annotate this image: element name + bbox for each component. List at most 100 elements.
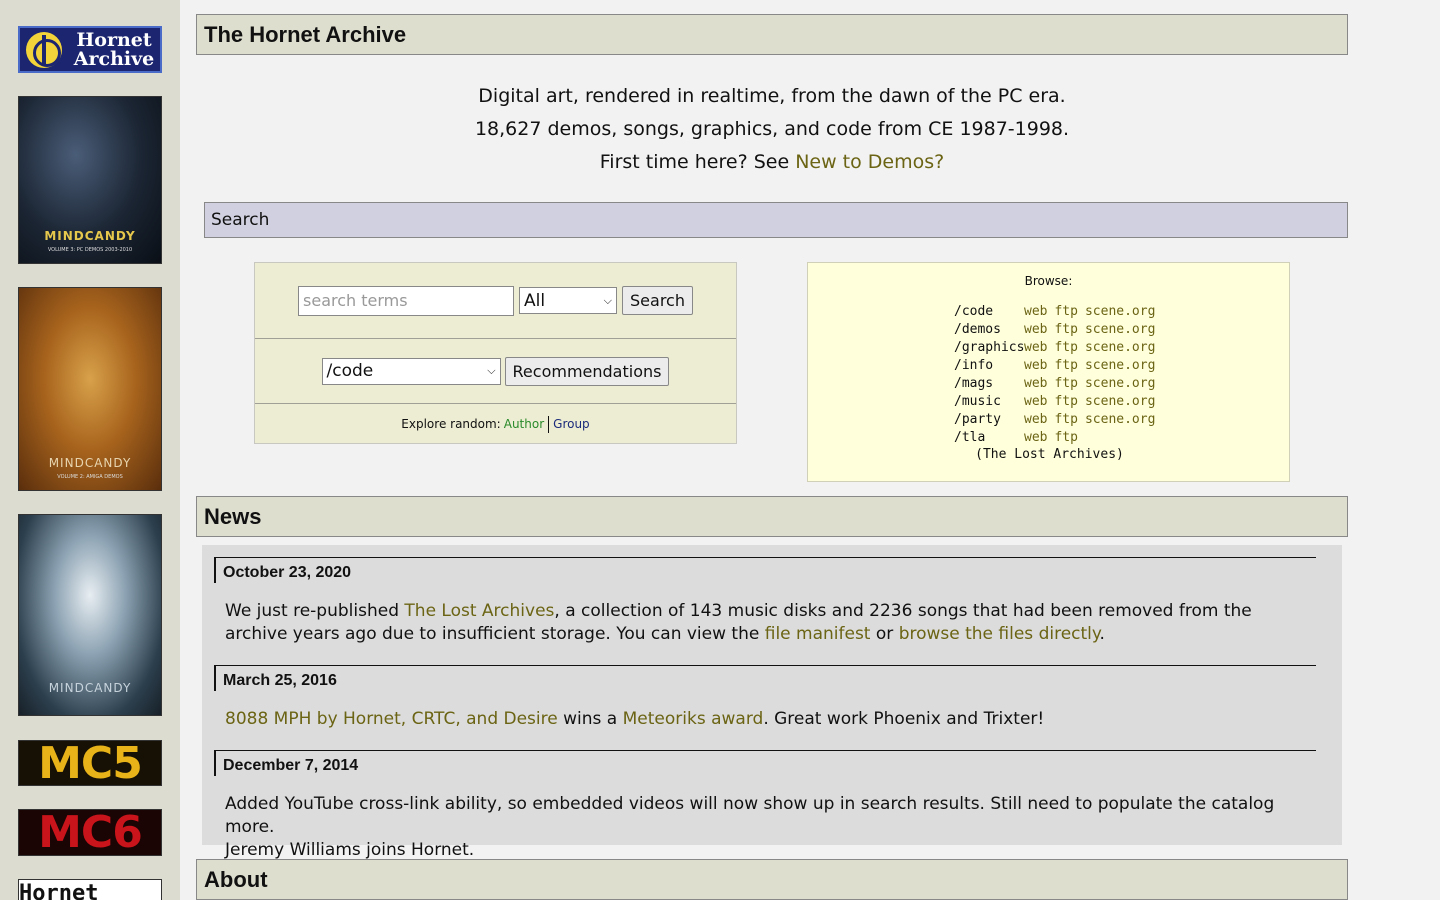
- browse-path: /tla: [954, 430, 986, 445]
- hornet-emblem-icon: [26, 31, 62, 68]
- cover-title: MINDCANDY: [44, 229, 136, 243]
- browse-link-ftp[interactable]: ftp: [1054, 303, 1077, 321]
- search-section-header: Search: [204, 202, 1348, 238]
- news-item-body: Added YouTube cross-link ability, so emb…: [225, 793, 1315, 862]
- mindcandy-vol3-cover[interactable]: MINDCANDY VOLUME 3: PC DEMOS 2003-2010: [18, 96, 162, 264]
- browse-label: Browse:: [1024, 274, 1073, 288]
- explore-group-link[interactable]: Group: [553, 417, 590, 431]
- hornet-mods-label: Hornet MODS: [19, 881, 99, 900]
- 8088-mph-link[interactable]: 8088 MPH by Hornet, CRTC, and Desire: [225, 709, 558, 729]
- browse-link-web[interactable]: web: [1024, 393, 1047, 411]
- explore-random-label: Explore random:: [401, 417, 501, 431]
- news-text: .: [1099, 624, 1105, 644]
- mc5-banner[interactable]: MC5: [18, 740, 162, 786]
- lost-archives-link[interactable]: (The Lost Archives): [808, 447, 1289, 462]
- browse-link-web[interactable]: web: [1024, 321, 1047, 339]
- browse-path: /music: [954, 394, 1001, 409]
- mc6-label: MC6: [38, 809, 143, 856]
- explore-author-link[interactable]: Author: [504, 417, 544, 431]
- browse-row: /info web ftp scene.org: [954, 357, 1162, 375]
- browse-link-scene-org[interactable]: scene.org: [1085, 411, 1155, 429]
- news-text: Added YouTube cross-link ability, so emb…: [225, 794, 1275, 837]
- cover-subtitle: VOLUME 3: PC DEMOS 2003-2010: [47, 247, 133, 253]
- browse-link-web[interactable]: web: [1024, 411, 1047, 429]
- browse-link-scene-org[interactable]: scene.org: [1085, 357, 1155, 375]
- browse-link-ftp[interactable]: ftp: [1054, 375, 1077, 393]
- browse-row: /mags web ftp scene.org: [954, 375, 1162, 393]
- intro-line-3-prefix: First time here? See: [599, 151, 796, 173]
- browse-row: /demos web ftp scene.org: [954, 321, 1162, 339]
- directory-select-value: /code: [326, 361, 374, 381]
- mc6-banner[interactable]: MC6: [18, 809, 162, 856]
- search-scope-select[interactable]: All ⌵: [519, 287, 618, 314]
- browse-path: /party: [954, 412, 1001, 427]
- search-scope-value: All: [524, 290, 546, 311]
- search-input[interactable]: [298, 285, 515, 316]
- explore-random-row: Explore random: Author Group: [255, 404, 736, 444]
- news-text: . Great work Phoenix and Trixter!: [763, 709, 1045, 729]
- browse-link-ftp[interactable]: ftp: [1054, 393, 1077, 411]
- browse-link-scene-org[interactable]: scene.org: [1085, 375, 1155, 393]
- lost-archives-news-link[interactable]: The Lost Archives: [404, 601, 554, 621]
- file-manifest-link[interactable]: file manifest: [765, 624, 871, 644]
- page-title: The Hornet Archive: [196, 14, 1348, 55]
- recommendations-row: /code ⌵ Recommendations: [255, 339, 736, 404]
- browse-list: /code web ftp scene.org/demos web ftp scene.or…: [954, 303, 1162, 447]
- intro-line-3: First time here? See New to Demos?: [196, 146, 1348, 179]
- browse-link-scene-org[interactable]: scene.org: [1085, 339, 1155, 357]
- browse-row: /graphics web ftp scene.org: [954, 339, 1162, 357]
- browse-files-link[interactable]: browse the files directly: [899, 624, 1100, 644]
- mindcandy-vol1-cover[interactable]: MINDCANDY: [18, 514, 162, 716]
- news-text: We just re-published: [225, 601, 405, 621]
- search-row: All ⌵ Search: [255, 263, 736, 339]
- browse-link-web[interactable]: web: [1024, 339, 1047, 357]
- browse-path: /demos: [954, 322, 1001, 337]
- news-date: March 25, 2016: [214, 665, 1316, 691]
- chevron-down-icon: ⌵: [487, 364, 496, 377]
- browse-link-scene-org[interactable]: scene.org: [1085, 393, 1155, 411]
- browse-path: /graphics: [954, 340, 1025, 355]
- browse-link-web[interactable]: web: [1024, 357, 1047, 375]
- news-date: December 7, 2014: [214, 750, 1316, 776]
- cover-title: MINDCANDY: [48, 681, 132, 695]
- directory-select[interactable]: /code ⌵: [321, 357, 501, 385]
- browse-link-ftp[interactable]: ftp: [1054, 411, 1077, 429]
- hornet-mods-banner[interactable]: Hornet MODS: [18, 879, 162, 900]
- browse-row: /music web ftp scene.org: [954, 393, 1162, 411]
- hornet-archive-logo[interactable]: Hornet Archive: [18, 26, 162, 73]
- meteoriks-award-link[interactable]: Meteoriks award: [623, 709, 764, 729]
- mindcandy-vol2-cover[interactable]: MINDCANDY VOLUME 2: AMIGA DEMOS: [18, 287, 162, 491]
- recommendations-button[interactable]: Recommendations: [504, 356, 670, 386]
- intro-line-1: Digital art, rendered in realtime, from …: [478, 85, 1066, 107]
- browse-link-web[interactable]: web: [1024, 375, 1047, 393]
- news-item-body: We just re-published The Lost Archives, …: [225, 600, 1315, 646]
- browse-row: /party web ftp scene.org: [954, 411, 1162, 429]
- about-section-header: About: [196, 859, 1348, 900]
- mc5-label: MC5: [38, 740, 143, 786]
- new-to-demos-link[interactable]: New to Demos?: [795, 151, 944, 173]
- browse-path: /code: [954, 304, 994, 319]
- chevron-down-icon: ⌵: [603, 293, 613, 307]
- browse-link-ftp[interactable]: ftp: [1054, 339, 1077, 357]
- browse-link-web[interactable]: web: [1024, 303, 1047, 321]
- sidebar: Hornet Archive MINDCANDY VOLUME 3: PC DE…: [0, 0, 180, 900]
- browse-path: /info: [954, 358, 994, 373]
- news-section-header: News: [196, 496, 1348, 537]
- browse-link-scene-org[interactable]: scene.org: [1085, 321, 1155, 339]
- browse-panel: Browse: /code web ftp scene.org/demos web ftp…: [807, 262, 1290, 482]
- browse-link-ftp[interactable]: ftp: [1054, 429, 1077, 447]
- news-list: October 23, 2020 We just re-published Th…: [202, 545, 1342, 860]
- search-button[interactable]: Search: [622, 286, 693, 315]
- browse-row: /code web ftp scene.org: [954, 303, 1162, 321]
- browse-path: /mags: [954, 376, 994, 391]
- news-text: or: [870, 624, 899, 644]
- browse-link-ftp[interactable]: ftp: [1054, 321, 1077, 339]
- browse-link-scene-org[interactable]: scene.org: [1085, 303, 1155, 321]
- intro-line-2: 18,627 demos, songs, graphics, and code …: [474, 118, 1070, 140]
- intro-text: Digital art, rendered in realtime, from …: [196, 80, 1348, 179]
- news-text: wins a: [557, 709, 623, 729]
- browse-link-ftp[interactable]: ftp: [1054, 357, 1077, 375]
- search-panel: All ⌵ Search /code ⌵ Recommendations Exp…: [254, 262, 737, 444]
- browse-link-web[interactable]: web: [1024, 429, 1047, 447]
- news-date: October 23, 2020: [214, 557, 1316, 583]
